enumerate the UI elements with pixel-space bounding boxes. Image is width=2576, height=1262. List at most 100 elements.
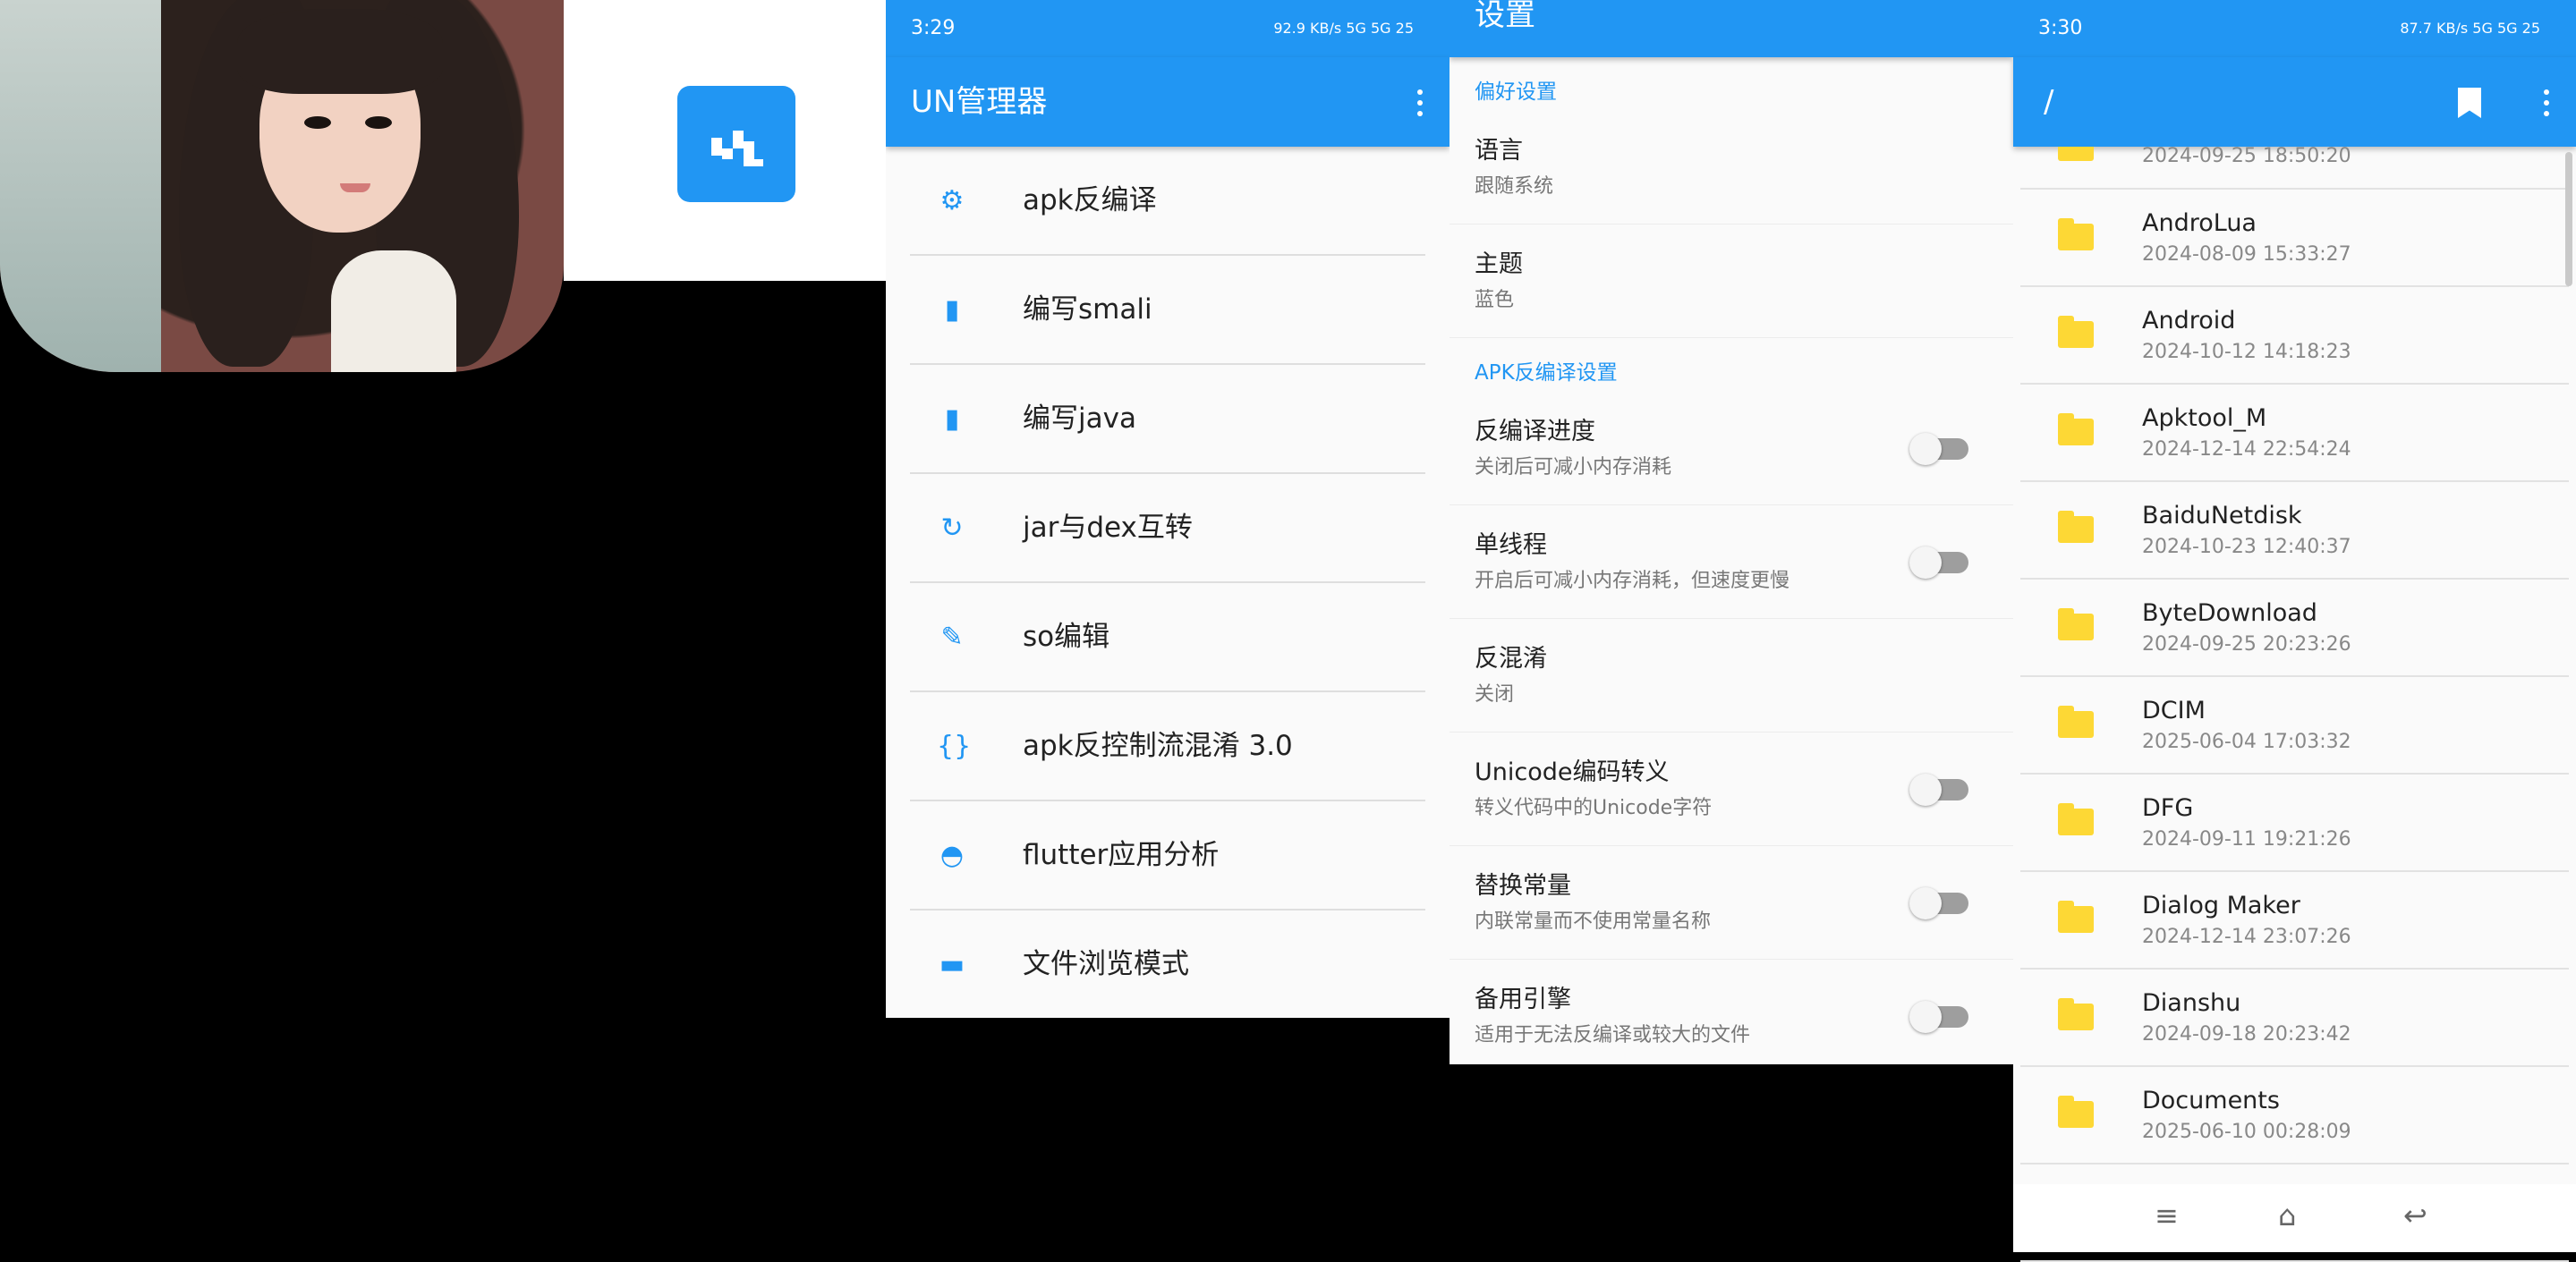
pencil-icon: ✎	[940, 622, 964, 653]
gear-icon: ⚙	[939, 185, 965, 216]
menu-item-label: jar与dex互转	[1023, 512, 1193, 544]
page-title: UN管理器	[911, 84, 1048, 120]
menu-item[interactable]: ↻ jar与dex互转	[910, 474, 1425, 583]
menu-item[interactable]: ⚙ apk反编译	[910, 147, 1425, 256]
toggle-switch[interactable]	[1909, 887, 1968, 919]
home-icon[interactable]: ⌂	[2278, 1198, 2296, 1232]
menu-item[interactable]: ▬ 文件浏览模式	[910, 911, 1425, 1018]
menu-item[interactable]: ✎ so编辑	[910, 583, 1425, 692]
setting-item[interactable]: 反混淆 关闭	[1450, 619, 2013, 733]
folder-icon	[2058, 803, 2094, 835]
menu-item-label: so编辑	[1023, 621, 1110, 653]
list-item[interactable]: DFG 2024-09-11 19:21:26	[2020, 775, 2569, 872]
status-indicators: 92.9 KB/s 5G 5G 25	[1273, 20, 1414, 37]
bookmark-icon[interactable]	[2458, 88, 2481, 118]
folder-icon	[2058, 901, 2094, 933]
status-time: 3:29	[911, 17, 956, 39]
profile-photo	[0, 0, 564, 372]
list-item[interactable]: ByteDownload 2024-09-25 20:23:26	[2020, 580, 2569, 677]
file-browser-screen: 3:30 87.7 KB/s 5G 5G 25 / 2024-09-25 18:…	[2013, 0, 2576, 1262]
file-date: 2024-09-18 20:23:42	[2142, 1023, 2351, 1046]
folder-icon	[2058, 511, 2094, 543]
more-menu-icon[interactable]	[2544, 89, 2549, 116]
file-name: Dialog Maker	[2142, 892, 2300, 919]
file-date: 2024-08-09 15:33:27	[2142, 243, 2351, 266]
file-name: ByteDownload	[2142, 599, 2317, 627]
folder-icon	[2058, 218, 2094, 250]
folder-icon	[2058, 998, 2094, 1030]
list-item[interactable]: Apktool_M 2024-12-14 22:54:24	[2020, 385, 2569, 482]
menu-item[interactable]: ◓ flutter应用分析	[910, 801, 1425, 911]
file-date: 2024-09-25 18:50:20	[2142, 147, 2351, 167]
file-name: Android	[2142, 307, 2236, 335]
scrollbar[interactable]	[2565, 152, 2572, 286]
app-logo-icon	[677, 86, 795, 202]
refresh-icon: ↻	[940, 512, 964, 544]
setting-item[interactable]: 备用引擎 适用于无法反编译或较大的文件	[1450, 960, 2013, 1064]
file-date: 2024-12-14 23:07:26	[2142, 926, 2351, 948]
setting-subtitle: 关闭后可减小内存消耗	[1475, 456, 1672, 479]
toggle-switch[interactable]	[1909, 433, 1968, 465]
file-list: AndroLua 2024-08-09 15:33:27 Android 202…	[2013, 190, 2576, 1262]
folder-icon	[2058, 316, 2094, 348]
file-name: DCIM	[2142, 697, 2206, 724]
setting-item[interactable]: 替换常量 内联常量而不使用常量名称	[1450, 846, 2013, 960]
status-bar: 3:30 87.7 KB/s 5G 5G 25	[2013, 0, 2576, 57]
list-item[interactable]: Documents 2025-06-10 00:28:09	[2020, 1067, 2569, 1165]
system-nav-bar: ≡ ⌂ ↩	[2013, 1184, 2576, 1252]
setting-item[interactable]: 主题 蓝色	[1450, 224, 2013, 338]
list-item[interactable]: BaiduNetdisk 2024-10-23 12:40:37	[2020, 482, 2569, 580]
setting-subtitle: 跟随系统	[1475, 175, 1554, 198]
more-menu-icon[interactable]	[1417, 89, 1423, 116]
file-date: 2024-09-25 20:23:26	[2142, 633, 2351, 656]
recents-icon[interactable]: ≡	[2155, 1198, 2179, 1232]
menu-item-label: apk反控制流混淆 3.0	[1023, 730, 1293, 762]
menu-item-label: 文件浏览模式	[1023, 948, 1189, 980]
folder-icon	[2058, 706, 2094, 738]
setting-item[interactable]: 反编译进度 关闭后可减小内存消耗	[1450, 392, 2013, 505]
file-icon: ▮	[944, 403, 960, 435]
setting-subtitle: 开启后可减小内存消耗，但速度更慢	[1475, 570, 1790, 592]
file-date: 2025-06-10 00:28:09	[2142, 1121, 2351, 1143]
list-item-partial[interactable]: 2024-09-25 18:50:20	[2020, 147, 2569, 190]
setting-item[interactable]: 语言 跟随系统	[1450, 111, 2013, 224]
menu-item-label: 编写smali	[1023, 293, 1152, 326]
setting-title: 反编译进度	[1475, 418, 1595, 445]
section-header-apk: APK反编译设置	[1475, 361, 1618, 385]
android-icon: ◓	[939, 840, 965, 871]
menu-item[interactable]: ▮ 编写smali	[910, 256, 1425, 365]
setting-title: 语言	[1475, 137, 1523, 165]
toggle-switch[interactable]	[1909, 774, 1968, 806]
list-item[interactable]: AndroLua 2024-08-09 15:33:27	[2020, 190, 2569, 287]
list-item[interactable]: Dianshu 2024-09-18 20:23:42	[2020, 970, 2569, 1067]
braces-icon: {}	[937, 731, 972, 762]
setting-subtitle: 关闭	[1475, 683, 1515, 706]
file-name: BaiduNetdisk	[2142, 502, 2302, 529]
file-date: 2024-10-12 14:18:23	[2142, 341, 2351, 363]
current-path: /	[2044, 84, 2054, 120]
setting-title: 备用引擎	[1475, 986, 1571, 1013]
menu-item[interactable]: ▮ 编写java	[910, 365, 1425, 474]
setting-item[interactable]: 单线程 开启后可减小内存消耗，但速度更慢	[1450, 505, 2013, 619]
file-date: 2025-06-04 17:03:32	[2142, 731, 2351, 753]
section-header-preferences: 偏好设置	[1475, 80, 1557, 104]
tool-menu: ⚙ apk反编译 ▮ 编写smali ▮ 编写java ↻ jar与dex互转 ✎ so…	[886, 147, 1450, 1018]
list-item[interactable]: Android 2024-10-12 14:18:23	[2020, 287, 2569, 385]
menu-item[interactable]: {} apk反控制流混淆 3.0	[910, 692, 1425, 801]
status-bar: 3:29 92.9 KB/s 5G 5G 25	[886, 0, 1450, 57]
setting-subtitle: 蓝色	[1475, 289, 1515, 311]
setting-title: 主题	[1475, 250, 1523, 278]
list-item[interactable]: Dialog Maker 2024-12-14 23:07:26	[2020, 872, 2569, 970]
file-icon: ▮	[944, 294, 960, 326]
toggle-switch[interactable]	[1909, 1001, 1968, 1033]
status-indicators: 87.7 KB/s 5G 5G 25	[2400, 20, 2540, 37]
list-item[interactable]: DCIM 2025-06-04 17:03:32	[2020, 677, 2569, 775]
file-name: Apktool_M	[2142, 404, 2267, 432]
file-name: AndroLua	[2142, 209, 2257, 237]
page-title: 设置	[1450, 0, 2013, 57]
menu-item-label: apk反编译	[1023, 184, 1157, 216]
setting-title: Unicode编码转义	[1475, 758, 1670, 786]
toggle-switch[interactable]	[1909, 546, 1968, 579]
setting-item[interactable]: Unicode编码转义 转义代码中的Unicode字符	[1450, 733, 2013, 846]
back-icon[interactable]: ↩	[2403, 1198, 2427, 1232]
